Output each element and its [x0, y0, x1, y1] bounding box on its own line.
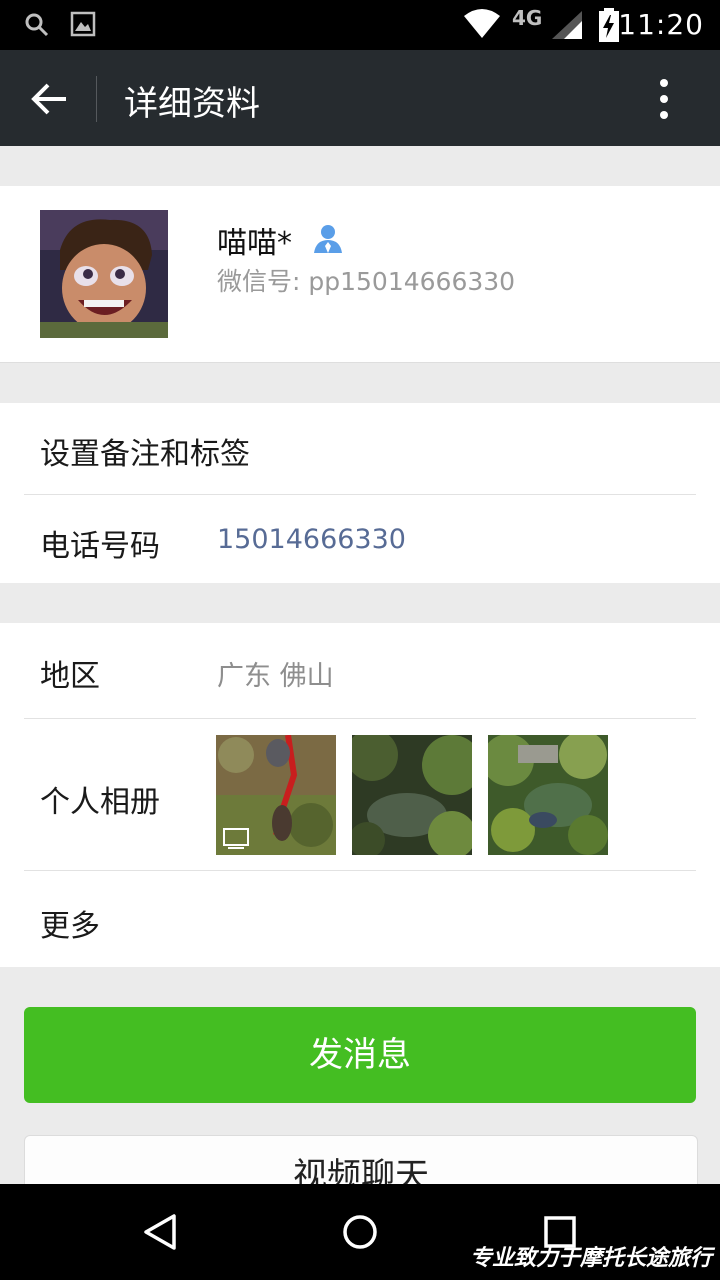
region-value: 广东 佛山 [217, 661, 334, 692]
phone-label: 电话号码 [40, 529, 160, 564]
nickname: 喵喵* [217, 226, 292, 261]
region-label: 地区 [40, 659, 100, 694]
details-card: 地区 广东 佛山 个人相册 更多 [0, 623, 720, 967]
back-arrow-icon[interactable] [30, 82, 68, 116]
battery-charging-icon [599, 8, 619, 42]
avatar[interactable] [40, 210, 168, 338]
row-divider [24, 718, 696, 719]
home-circle-icon[interactable] [340, 1212, 380, 1252]
row-divider [24, 494, 696, 495]
album-label[interactable]: 个人相册 [40, 777, 160, 821]
page-title: 详细资料 [124, 84, 260, 124]
more-row[interactable]: 更多 [40, 901, 100, 945]
phone-number-link[interactable]: 15014666330 [217, 524, 406, 555]
wifi-icon [464, 9, 500, 38]
more-vert-icon[interactable] [654, 78, 674, 120]
cell-signal-icon [552, 11, 582, 39]
send-message-button[interactable]: 发消息 [24, 1007, 696, 1103]
watermark-text: 专业致力于摩托长途旅行 [469, 1246, 712, 1271]
wechat-id: 微信号: pp15014666330 [217, 267, 516, 296]
search-icon [25, 13, 49, 37]
image-notification-icon [70, 11, 96, 37]
album-photo-3[interactable] [488, 735, 608, 855]
album-photo-1[interactable] [216, 735, 336, 855]
status-bar: 4G 11:20 [0, 0, 720, 50]
clock: 11:20 [618, 8, 704, 41]
network-type: 4G [512, 6, 543, 30]
contact-info-card: 设置备注和标签 电话号码 15014666330 [0, 403, 720, 583]
row-divider [24, 870, 696, 871]
contact-person-icon [314, 225, 342, 253]
profile-card: 喵喵* 微信号: pp15014666330 [0, 186, 720, 363]
appbar-divider [96, 76, 97, 122]
app-bar: 详细资料 [0, 50, 720, 146]
system-nav-bar: 专业致力于摩托长途旅行 [0, 1184, 720, 1280]
back-triangle-icon[interactable] [140, 1212, 180, 1252]
album-photo-2[interactable] [352, 735, 472, 855]
set-remark-row[interactable]: 设置备注和标签 [40, 429, 250, 473]
